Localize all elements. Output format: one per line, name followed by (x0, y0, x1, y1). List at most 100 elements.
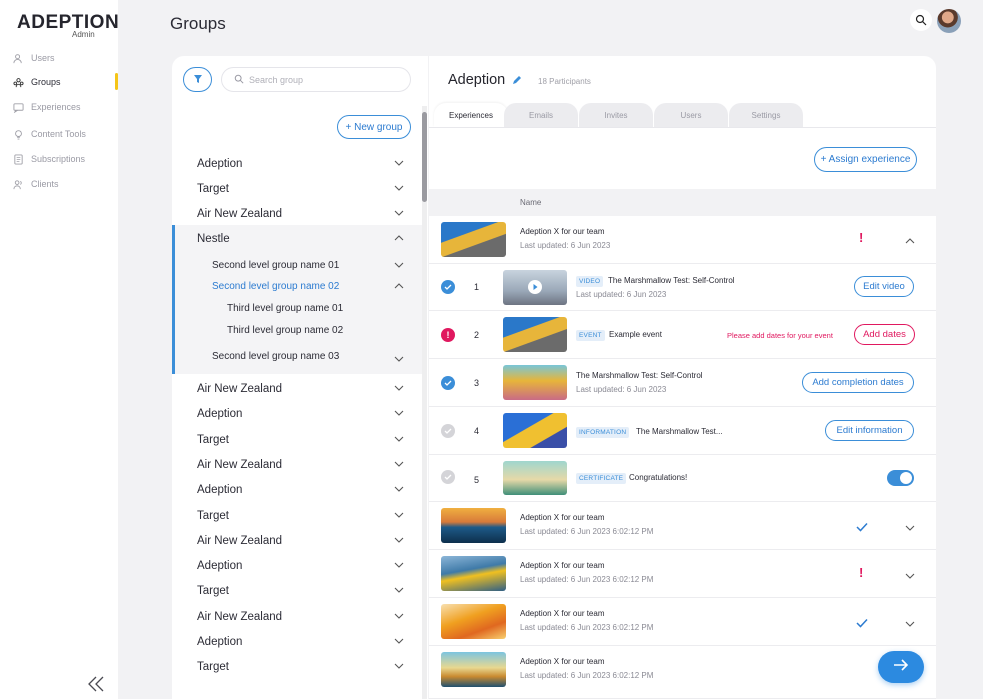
group-label: Adeption (197, 559, 243, 572)
experience-title: Adeption X for our team (520, 657, 605, 666)
group-item[interactable]: Target (172, 503, 422, 528)
step-title: The Marshmallow Test: Self-Control (576, 371, 703, 380)
chevron-up-icon (394, 235, 404, 241)
experience-row[interactable]: Adeption X for our team Last updated: 6 … (429, 550, 936, 598)
add-dates-button[interactable]: Add dates (854, 324, 915, 345)
group-item[interactable]: Target (172, 654, 422, 679)
experience-updated: Last updated: 6 Jun 2023 6:02:12 PM (520, 623, 654, 632)
group-label: Target (197, 182, 229, 195)
users-icon (12, 52, 24, 64)
group-list-scroll-thumb[interactable] (422, 112, 427, 202)
group-label: Air New Zealand (197, 610, 283, 623)
group-item[interactable]: Adeption (172, 401, 422, 426)
chevron-up-icon[interactable] (905, 237, 915, 245)
step-title: The Marshmallow Test: Self-Control (608, 276, 735, 285)
edit-information-button[interactable]: Edit information (825, 420, 914, 441)
nav-item-users[interactable]: Users (12, 49, 118, 67)
group-item[interactable]: Target (172, 578, 422, 603)
group-item[interactable]: Adeption (172, 629, 422, 654)
group-item[interactable]: Adeption (172, 553, 422, 578)
group-item[interactable]: Target (172, 427, 422, 452)
nav-item-experiences[interactable]: Experiences (12, 98, 118, 116)
chevron-down-icon (394, 185, 404, 191)
chevron-down-icon[interactable] (905, 620, 915, 628)
document-icon (12, 153, 24, 165)
group-item-target[interactable]: Target (172, 176, 422, 201)
nav-label: Groups (31, 77, 61, 87)
new-group-button[interactable]: + New group (337, 115, 411, 139)
tab-emails[interactable]: Emails (504, 103, 578, 127)
avatar[interactable] (937, 9, 961, 33)
arrow-right-icon (893, 658, 909, 676)
experience-row[interactable]: Adeption X for our team Last updated: 6 … (429, 216, 936, 264)
experience-step-row[interactable]: ! 2 EVENT Example event Please add dates… (429, 311, 936, 359)
next-arrow-button[interactable] (878, 651, 924, 683)
chevron-down-icon (394, 562, 404, 568)
group-label: Third level group name 02 (227, 325, 344, 336)
checkmark-icon (856, 522, 868, 532)
step-thumbnail (503, 413, 567, 448)
step-number: 2 (474, 330, 480, 340)
subgroup-item[interactable]: Second level group name 03 (172, 344, 422, 369)
certificate-toggle[interactable] (887, 470, 914, 486)
experience-step-row[interactable]: 4 INFORMATION The Marshmallow Test... Ed… (429, 407, 936, 455)
page-title: Groups (170, 14, 226, 33)
check-icon (441, 470, 455, 484)
chevron-down-icon[interactable] (905, 572, 915, 580)
nav-item-subscriptions[interactable]: Subscriptions (12, 150, 118, 168)
nav-label: Subscriptions (31, 154, 86, 164)
group-label: Target (197, 509, 229, 522)
step-thumbnail (503, 270, 567, 305)
group-item-air-new-zealand[interactable]: Air New Zealand (172, 201, 422, 226)
chevron-down-icon (394, 210, 404, 216)
group-item[interactable]: Adeption (172, 477, 422, 502)
third-level-item[interactable]: Third level group name 02 (172, 318, 422, 343)
experience-updated: Last updated: 6 Jun 2023 6:02:12 PM (520, 527, 654, 536)
nav-label: Experiences (31, 102, 81, 112)
group-search-input[interactable] (249, 74, 399, 85)
step-title: The Marshmallow Test... (636, 427, 723, 436)
tab-experiences[interactable]: Experiences (434, 103, 508, 127)
participant-count: 18 Participants (538, 77, 591, 86)
experience-title: Adeption X for our team (520, 227, 605, 236)
group-item[interactable]: Air New Zealand (172, 452, 422, 477)
group-item-adeption[interactable]: Adeption (172, 151, 422, 176)
pencil-icon[interactable] (511, 75, 522, 86)
group-label: Second level group name 01 (212, 260, 340, 271)
filter-icon (193, 71, 203, 89)
group-label: Air New Zealand (197, 458, 283, 471)
chevron-down-icon[interactable] (905, 524, 915, 532)
filter-button[interactable] (183, 67, 212, 92)
group-label: Air New Zealand (197, 534, 283, 547)
search-icon[interactable] (910, 9, 932, 31)
tab-invites[interactable]: Invites (579, 103, 653, 127)
tab-settings[interactable]: Settings (729, 103, 803, 127)
type-tag: EVENT (576, 330, 605, 341)
collapse-sidebar-icon[interactable] (86, 675, 106, 693)
alert-icon: ! (859, 230, 864, 245)
nav-item-groups[interactable]: Groups (12, 73, 118, 91)
nav-item-content-tools[interactable]: Content Tools (12, 125, 118, 143)
group-item[interactable]: Air New Zealand (172, 528, 422, 553)
chevron-down-icon (394, 262, 404, 268)
chevron-down-icon (394, 436, 404, 442)
assign-experience-button[interactable]: + Assign experience (814, 147, 917, 172)
experience-step-row[interactable]: 1 VIDEO The Marshmallow Test: Self-Contr… (429, 264, 936, 311)
add-completion-dates-button[interactable]: Add completion dates (802, 372, 914, 393)
step-number: 1 (474, 282, 480, 292)
experience-row[interactable]: Adeption X for our team Last updated: 6 … (429, 598, 936, 646)
group-item-nestle[interactable]: Nestle (172, 226, 422, 251)
experience-step-row[interactable]: 5 CERTIFICATE Congratulations! (429, 455, 936, 502)
experience-row[interactable]: Adeption X for our team Last updated: 6 … (429, 502, 936, 550)
experience-step-row[interactable]: 3 The Marshmallow Test: Self-Control Las… (429, 359, 936, 407)
group-label: Second level group name 02 (212, 281, 340, 292)
edit-video-button[interactable]: Edit video (854, 276, 914, 297)
chevron-down-icon (394, 613, 404, 619)
group-item[interactable]: Air New Zealand (172, 604, 422, 629)
tab-users[interactable]: Users (654, 103, 728, 127)
group-item[interactable]: Air New Zealand (172, 376, 422, 401)
experience-row[interactable]: Adeption X for our team Last updated: 6 … (429, 646, 936, 699)
nav-item-clients[interactable]: Clients (12, 175, 118, 193)
group-label: Adeption (197, 157, 243, 170)
group-label: Target (197, 433, 229, 446)
